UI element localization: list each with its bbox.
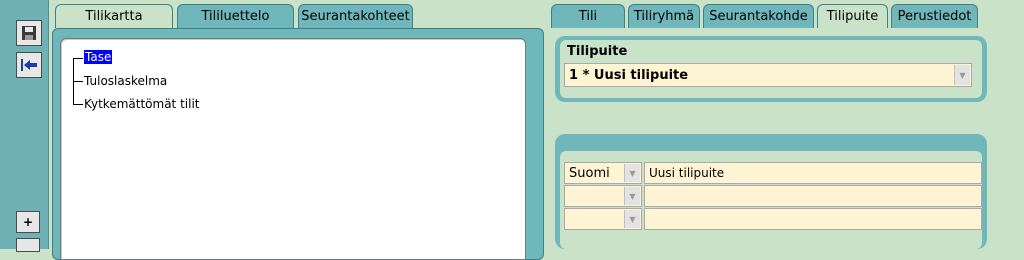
- tilipuite-label: Tilipuite: [567, 44, 628, 59]
- tab-label: Perustiedot: [897, 9, 972, 24]
- tab-tiliryhma[interactable]: Tiliryhmä: [628, 4, 700, 28]
- tilipuite-select-value: 1 * Uusi tilipuite: [569, 67, 689, 83]
- tab-tilikartta[interactable]: Tilikartta: [55, 4, 173, 28]
- plus-icon: +: [22, 215, 34, 229]
- language-value: Suomi: [569, 165, 610, 181]
- save-button[interactable]: [16, 20, 42, 46]
- tree-connector: [73, 104, 83, 105]
- tab-label: Tililuettelo: [201, 9, 270, 24]
- tab-tililuettelo[interactable]: Tililuettelo: [177, 4, 294, 28]
- translation-value: Uusi tilipuite: [649, 166, 725, 180]
- translation-field-2[interactable]: [644, 185, 982, 207]
- tab-seurantakohde[interactable]: Seurantakohde: [703, 4, 814, 28]
- tree-item-kytkemattomat[interactable]: Kytkemättömät tilit: [84, 97, 199, 111]
- tab-tilipuite[interactable]: Tilipuite: [817, 4, 888, 28]
- language-select-3[interactable]: ▼: [564, 208, 642, 230]
- tab-label: Seurantakohde: [709, 9, 808, 24]
- tab-label: Tiliryhmä: [633, 9, 695, 24]
- tab-label: Seurantakohteet: [301, 9, 410, 24]
- translation-field-1[interactable]: Uusi tilipuite: [644, 162, 982, 184]
- dropdown-arrow-icon[interactable]: ▼: [624, 187, 640, 205]
- tab-seurantakohteet[interactable]: Seurantakohteet: [298, 4, 413, 28]
- floppy-disk-icon: [22, 26, 36, 40]
- tab-label: Tili: [578, 9, 598, 24]
- language-select-2[interactable]: ▼: [564, 185, 642, 207]
- tab-tili[interactable]: Tili: [551, 4, 625, 28]
- exit-arrow-icon: [21, 59, 37, 71]
- remove-button[interactable]: [16, 238, 40, 252]
- tab-perustiedot[interactable]: Perustiedot: [891, 4, 978, 28]
- tree-item-tuloslaskelma[interactable]: Tuloslaskelma: [84, 74, 167, 88]
- add-button[interactable]: +: [16, 211, 40, 233]
- tilipuite-select[interactable]: 1 * Uusi tilipuite ▼: [564, 63, 972, 87]
- exit-button[interactable]: [16, 52, 42, 78]
- dropdown-arrow-icon[interactable]: ▼: [624, 210, 640, 228]
- dropdown-arrow-icon[interactable]: ▼: [954, 65, 970, 85]
- tree-connector: [73, 58, 83, 59]
- dropdown-arrow-icon[interactable]: ▼: [624, 164, 640, 182]
- tab-label: Tilipuite: [826, 9, 879, 24]
- tree-connector: [73, 81, 83, 82]
- translation-field-3[interactable]: [644, 208, 982, 230]
- language-select-1[interactable]: Suomi ▼: [564, 162, 642, 184]
- tab-label: Tilikartta: [85, 9, 143, 24]
- account-tree: [60, 38, 526, 260]
- tree-item-tase[interactable]: Tase: [84, 50, 113, 64]
